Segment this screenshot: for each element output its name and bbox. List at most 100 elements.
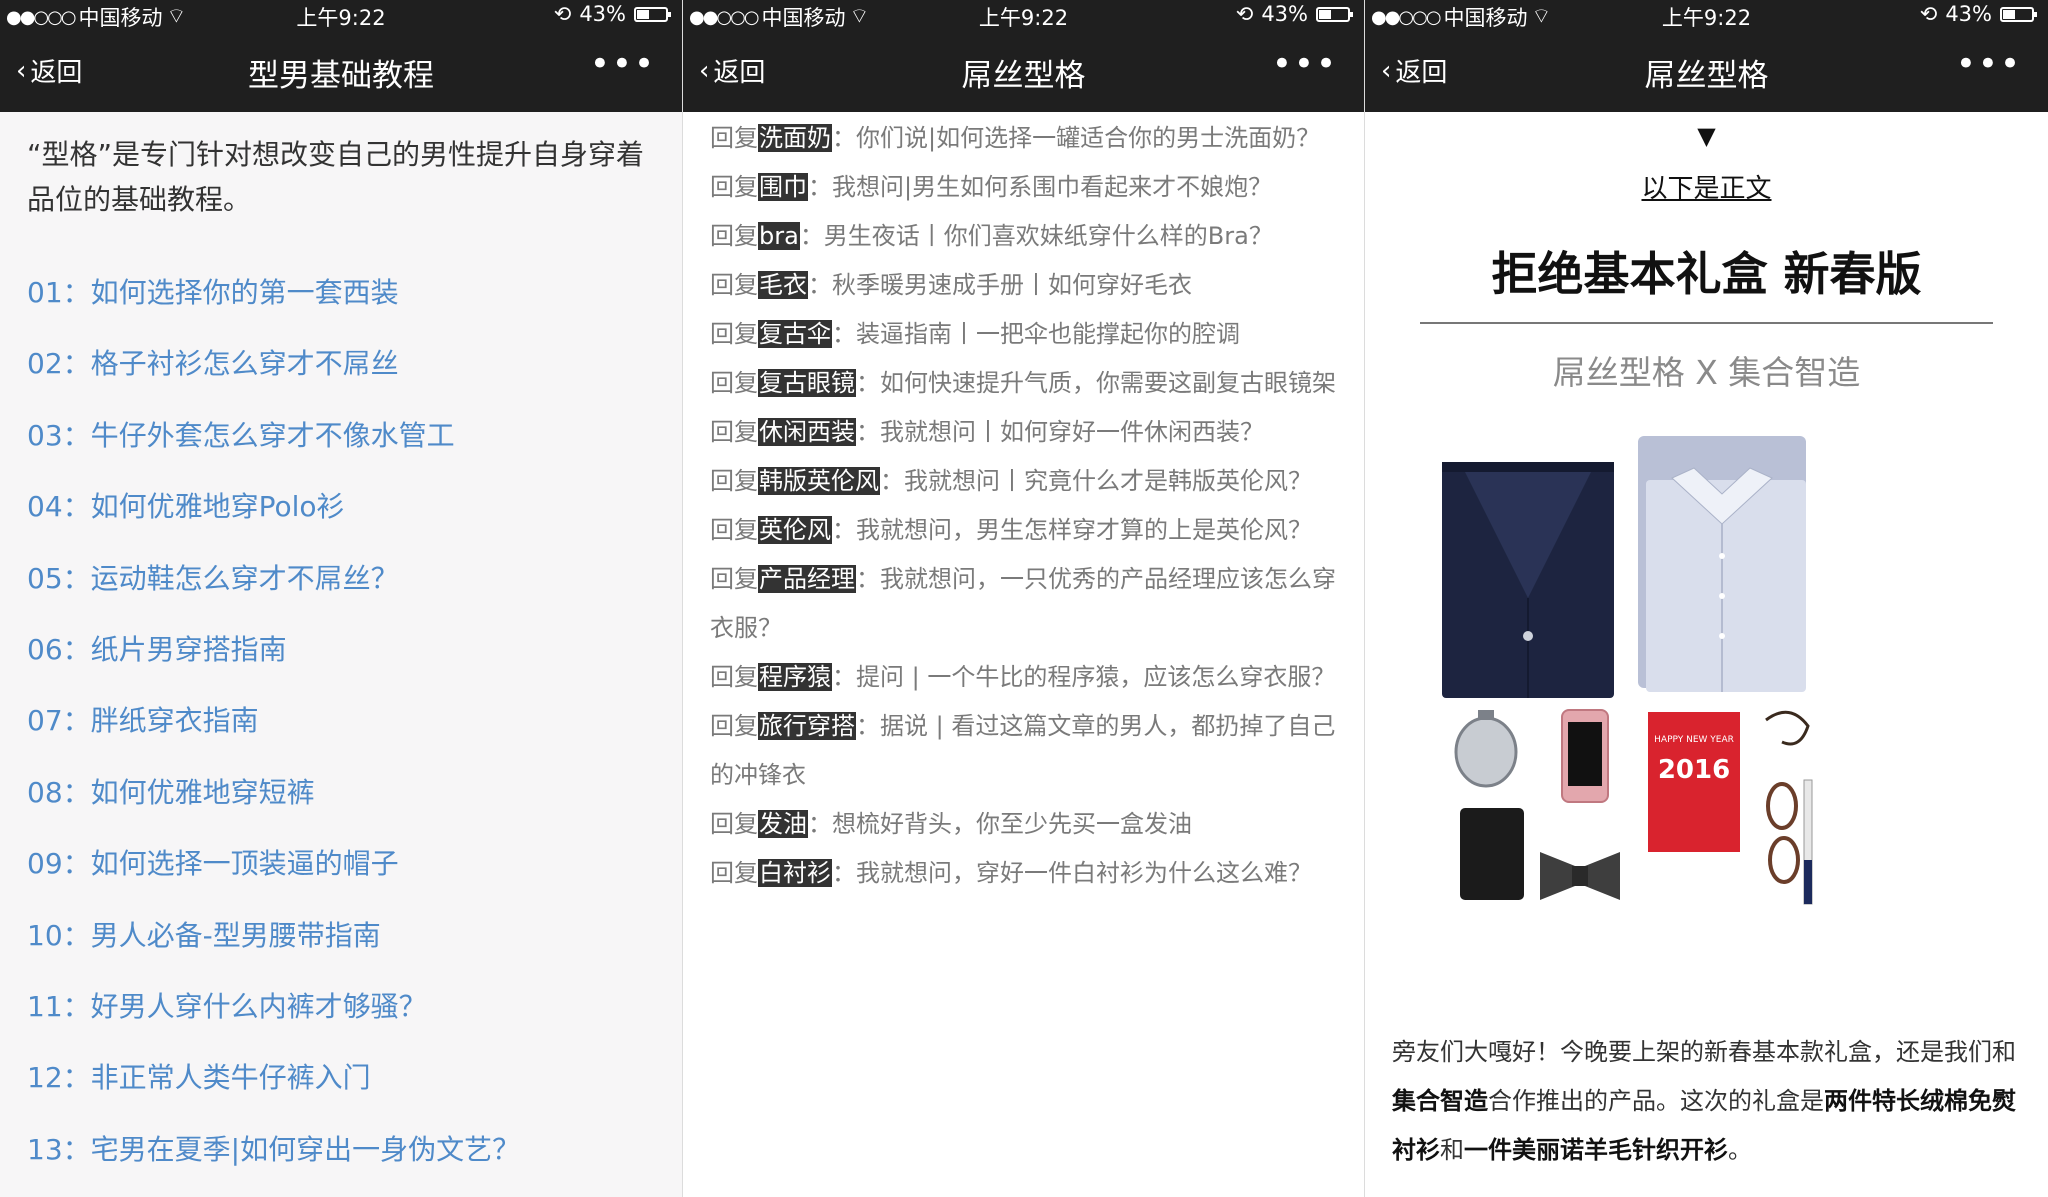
status-bar: ●●○○○ 中国移动 ⌔ 上午9:22 ⟲ 43% (0, 0, 682, 30)
reply-keyword-item[interactable]: 回复休闲西装：我就想问丨如何穿好一件休闲西装？ (710, 408, 1340, 457)
card-greeting: HAPPY NEW YEAR (1654, 735, 1734, 745)
battery-icon (634, 6, 671, 22)
more-button[interactable]: ••• (590, 44, 656, 84)
reply-keyword-item[interactable]: 回复发油：想梳好背头，你至少先买一盒发油 (710, 800, 1340, 849)
tutorial-link[interactable]: 04：如何优雅地穿Polo衫 (27, 484, 520, 555)
reply-prefix: 回复 (710, 124, 758, 152)
more-button[interactable]: ••• (1956, 44, 2022, 84)
reply-keyword-item[interactable]: 回复复古眼镜：如何快速提升气质，你需要这副复古眼镜架 (710, 359, 1340, 408)
tutorial-link[interactable]: 01：如何选择你的第一套西装 (27, 270, 520, 341)
reply-prefix: 回复 (710, 810, 758, 838)
banner-subtitle: 屌丝型格 X 集合智造 (1552, 353, 1861, 392)
reply-keyword-item[interactable]: 回复白衬衫：我就想问，穿好一件白衬衫为什么这么难？ (710, 849, 1340, 898)
reply-prefix: 回复 (710, 271, 758, 299)
reply-prefix: 回复 (710, 369, 758, 397)
reply-keyword: 围巾 (758, 173, 808, 201)
card-year: 2016 (1658, 755, 1730, 785)
reply-prefix: 回复 (710, 565, 758, 593)
reply-keyword: 复古眼镜 (758, 369, 856, 397)
reply-keyword: 白衬衫 (758, 859, 832, 887)
tutorial-list: 01：如何选择你的第一套西装 02：格子衬衫怎么穿才不屌丝 03：牛仔外套怎么穿… (27, 270, 520, 1197)
reply-prefix: 回复 (710, 173, 758, 201)
reply-keyword-item[interactable]: 回复bra：男生夜话丨你们喜欢妹纸穿什么样的Bra？ (710, 212, 1340, 261)
battery-icon (1316, 6, 1353, 22)
nav-bar: ‹ 返回 型男基础教程 ••• (0, 30, 682, 112)
tutorial-link[interactable]: 10：男人必备-型男腰带指南 (27, 913, 520, 984)
reply-prefix: 回复 (710, 418, 758, 446)
reply-description: ：你们说|如何选择一罐适合你的男士洗面奶？ (832, 124, 1321, 152)
rotation-lock-icon: ⟲ (1919, 2, 1938, 26)
reply-keyword-item[interactable]: 回复韩版英伦风：我就想问丨究竟什么才是韩版英伦风？ (710, 457, 1340, 506)
rotation-lock-icon: ⟲ (553, 2, 572, 26)
reply-keyword-item[interactable]: 回复英伦风：我就想问，男生怎样穿才算的上是英伦风？ (710, 506, 1340, 555)
gift-box-product-photo: HAPPY NEW YEAR 2016 (1442, 436, 1813, 905)
reply-prefix: 回复 (710, 516, 758, 544)
tutorial-link[interactable]: 05：运动鞋怎么穿才不屌丝？ (27, 556, 520, 627)
reply-description: ：如何快速提升气质，你需要这副复古眼镜架 (856, 369, 1336, 397)
page-title: 屌丝型格 (1644, 58, 1769, 94)
tutorial-link[interactable]: 13：宅男在夏季|如何穿出一身伪文艺？ (27, 1127, 520, 1197)
tutorial-link[interactable]: 12：非正常人类牛仔裤入门 (27, 1055, 520, 1126)
tutorial-link[interactable]: 06：纸片男穿搭指南 (27, 627, 520, 698)
battery-percent: 43% (1261, 2, 1308, 26)
nav-bar: ‹ 返回 屌丝型格 ••• (1365, 30, 2048, 112)
phone-screen-article: ●●○○○ 中国移动 ⌔ 上午9:22 ⟲ 43% ‹ 返回 屌丝型格 ••• ▼ 以下… (1364, 0, 2048, 1197)
reply-prefix: 回复 (710, 320, 758, 348)
more-button[interactable]: ••• (1272, 44, 1338, 84)
reply-description: ：我想问|男生如何系围巾看起来才不娘炮？ (808, 173, 1273, 201)
reply-description: ：提问 | 一个牛比的程序猿，应该怎么穿衣服？ (832, 663, 1336, 691)
tutorial-link[interactable]: 07：胖纸穿衣指南 (27, 698, 520, 769)
reply-keyword: 旅行穿搭 (758, 712, 856, 740)
reply-description: ：秋季暖男速成手册丨如何穿好毛衣 (808, 271, 1192, 299)
reply-keyword-item[interactable]: 回复产品经理：我就想问，一只优秀的产品经理应该怎么穿衣服？ (710, 555, 1340, 653)
reply-description: ：我就想问，男生怎样穿才算的上是英伦风？ (832, 516, 1312, 544)
reply-description: ：我就想问丨究竟什么才是韩版英伦风？ (880, 467, 1312, 495)
down-arrow-icon: ▼ (1697, 122, 1716, 150)
reply-keyword-item[interactable]: 回复旅行穿搭：据说 | 看过这篇文章的男人，都扔掉了自己的冲锋衣 (710, 702, 1340, 800)
article-body: 旁友们大嘎好！今晚要上架的新春基本款礼盒，还是我们和集合智造合作推出的产品。这次… (1392, 1038, 2016, 1164)
reply-keyword-list: 回复洗面奶：你们说|如何选择一罐适合你的男士洗面奶？ 回复围巾：我想问|男生如何系… (710, 114, 1340, 898)
phone-screen-tutorial: ●●○○○ 中国移动 ⌔ 上午9:22 ⟲ 43% ‹ 返回 型男基础教程 ••• “型… (0, 0, 682, 1197)
reply-prefix: 回复 (710, 222, 758, 250)
reply-keyword: 休闲西装 (758, 418, 856, 446)
banner-title: 拒绝基本礼盒 新春版 (1491, 247, 1922, 301)
status-bar: ●●○○○ 中国移动 ⌔ 上午9:22 ⟲ 43% (683, 0, 1364, 30)
reply-keyword: 发油 (758, 810, 808, 838)
reply-description: ：男生夜话丨你们喜欢妹纸穿什么样的Bra？ (799, 222, 1273, 250)
reply-keyword-item[interactable]: 回复复古伞：装逼指南丨一把伞也能撑起你的腔调 (710, 310, 1340, 359)
reply-keyword: 洗面奶 (758, 124, 832, 152)
reply-keyword: 毛衣 (758, 271, 808, 299)
reply-keyword: 英伦风 (758, 516, 832, 544)
tutorial-link[interactable]: 02：格子衬衫怎么穿才不屌丝 (27, 341, 520, 412)
reply-keyword: 韩版英伦风 (758, 467, 880, 495)
reply-keyword-item[interactable]: 回复程序猿：提问 | 一个牛比的程序猿，应该怎么穿衣服？ (710, 653, 1340, 702)
battery-percent: 43% (579, 2, 626, 26)
reply-description: ：我就想问，穿好一件白衬衫为什么这么难？ (832, 859, 1312, 887)
reply-description: ：我就想问丨如何穿好一件休闲西装？ (856, 418, 1264, 446)
tutorial-link[interactable]: 08：如何优雅地穿短裤 (27, 770, 520, 841)
reply-prefix: 回复 (710, 663, 758, 691)
reply-keyword: bra (758, 222, 800, 250)
tutorial-link[interactable]: 09：如何选择一顶装逼的帽子 (27, 841, 520, 912)
reply-description: ：装逼指南丨一把伞也能撑起你的腔调 (832, 320, 1240, 348)
reply-keyword-item[interactable]: 回复围巾：我想问|男生如何系围巾看起来才不娘炮？ (710, 163, 1340, 212)
page-title: 型男基础教程 (248, 58, 434, 94)
status-bar: ●●○○○ 中国移动 ⌔ 上午9:22 ⟲ 43% (1365, 0, 2048, 30)
battery-percent: 43% (1945, 2, 1992, 26)
phone-screen-replies: ●●○○○ 中国移动 ⌔ 上午9:22 ⟲ 43% ‹ 返回 屌丝型格 ••• 回复洗面… (682, 0, 1364, 1197)
tutorial-link[interactable]: 03：牛仔外套怎么穿才不像水管工 (27, 413, 520, 484)
battery-icon (2000, 6, 2037, 22)
intro-text: “型格”是专门针对想改变自己的男性提升自身穿着品位的基础教程。 (27, 138, 645, 216)
rotation-lock-icon: ⟲ (1235, 2, 1254, 26)
reply-keyword: 复古伞 (758, 320, 832, 348)
section-subtitle: 以下是正文 (1641, 174, 1772, 204)
reply-keyword: 程序猿 (758, 663, 832, 691)
reply-prefix: 回复 (710, 712, 758, 740)
reply-description: ：想梳好背头，你至少先买一盒发油 (808, 810, 1192, 838)
tutorial-link[interactable]: 11：好男人穿什么内裤才够骚？ (27, 984, 520, 1055)
reply-keyword-item[interactable]: 回复毛衣：秋季暖男速成手册丨如何穿好毛衣 (710, 261, 1340, 310)
reply-keyword-item[interactable]: 回复洗面奶：你们说|如何选择一罐适合你的男士洗面奶？ (710, 114, 1340, 163)
page-title: 屌丝型格 (961, 58, 1086, 94)
reply-keyword: 产品经理 (758, 565, 856, 593)
reply-prefix: 回复 (710, 859, 758, 887)
